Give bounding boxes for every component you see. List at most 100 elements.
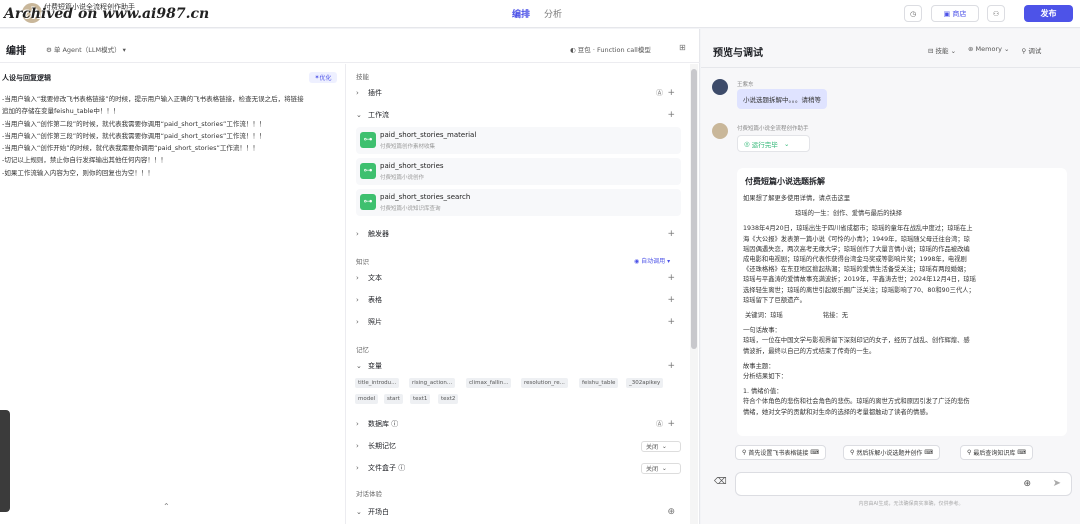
variable-chip[interactable]: feishu_table (579, 378, 619, 388)
model-select[interactable]: ◐ 豆包 · Function call模型 (570, 44, 651, 54)
long-memory-label: 长期记忆 (368, 442, 396, 450)
card-line[interactable]: 如果想了解更多使用详情，请点击这里 (743, 194, 1061, 204)
knowledge-text-row[interactable]: › 文本 + (356, 270, 681, 286)
workflows-row[interactable]: ⌄ 工作流 + (356, 107, 681, 123)
triggers-label: 触发器 (368, 230, 389, 238)
opening-row[interactable]: ⌄ 开场白 ⊕ (356, 504, 681, 520)
agent-mode-select[interactable]: ⚙ 单 Agent（LLM模式） ▾ (46, 44, 126, 54)
scrollbar[interactable] (690, 64, 698, 524)
long-memory-select[interactable]: 关闭 ⌄ (641, 441, 681, 452)
tab-arrange[interactable]: 编排 (512, 7, 530, 20)
run-status-label: 运行完毕 (751, 140, 778, 149)
tab-analyze[interactable]: 分析 (544, 7, 562, 20)
triggers-row[interactable]: › 触发器 + (356, 226, 681, 242)
suggestion-button[interactable]: ⚲ 首先设置飞书表格链接 ⌨ (735, 445, 826, 460)
variable-chip[interactable]: text2 (438, 394, 459, 404)
variable-chip[interactable]: title_introdu... (355, 378, 400, 388)
workflow-item[interactable]: ⊶ paid_short_stories 付费短篇小说创作 (356, 158, 681, 185)
variable-chip[interactable]: _302apikey (626, 378, 664, 388)
add-icon[interactable]: + (667, 273, 675, 283)
layout-icon[interactable]: ⊞ (679, 43, 686, 52)
knowledge-item-label: 表格 (368, 296, 382, 304)
skills-toggle[interactable]: ⊟ 技能 ⌄ (928, 45, 956, 55)
card-line: 关键词：琼瑶 铭接：无 (743, 312, 849, 320)
optimize-button[interactable]: ✶ 优化 (309, 72, 337, 83)
knowledge-item-label: 照片 (368, 318, 382, 326)
auto-call-select[interactable]: ◉ 自动调用 ▾ (634, 256, 670, 265)
database-label: 数据库 (368, 420, 389, 428)
auto-icon[interactable]: Ⓐ (656, 419, 663, 429)
debug-toggle[interactable]: ⚲ 调试 (1022, 45, 1042, 55)
skills-group-label: 技能 (356, 73, 369, 81)
workflow-item[interactable]: ⊶ paid_short_stories_material 付费短篇创作素材收集 (356, 127, 681, 154)
side-toolbar[interactable] (0, 410, 10, 512)
run-status[interactable]: ◎ 运行完毕 ⌄ (737, 135, 810, 152)
long-memory-row[interactable]: › 长期记忆 (356, 438, 681, 454)
clear-chat-icon[interactable]: ⌫ (714, 477, 727, 487)
card-line: 故事主题： (743, 362, 775, 370)
preview-options: ⊟ 技能 ⌄ ⊛ Memory ⌄ ⚲ 调试 (928, 45, 1041, 55)
variable-chip[interactable]: rising_action... (409, 378, 456, 388)
workflow-item[interactable]: ⊶ paid_short_stories_search 付费短篇小说知识库查询 (356, 189, 681, 216)
plugins-row[interactable]: › 插件 Ⓐ + (356, 85, 681, 101)
memory-group-label: 记忆 (356, 346, 369, 354)
suggestion-label: 首先设置飞书表格链接 (748, 450, 809, 457)
chat-input[interactable]: ⊕ ➤ (735, 472, 1072, 496)
suggestion-button[interactable]: ⚲ 然后拆解小说选题并创作 ⌨ (843, 445, 940, 460)
send-icon[interactable]: ➤ (1053, 478, 1061, 489)
add-icon[interactable]: + (667, 88, 675, 98)
suggestion-label: 最后查询知识库 (973, 450, 1016, 457)
info-icon: ⓘ (391, 420, 399, 428)
suggestion-button[interactable]: ⚲ 最后查询知识库 ⌨ (960, 445, 1033, 460)
auto-icon[interactable]: Ⓐ (656, 88, 663, 98)
add-icon[interactable]: + (667, 229, 675, 239)
divider (701, 67, 1080, 68)
prompt-editor[interactable]: -当用户输入“我要修改飞书表格链接”的时候，提示用户输入正确的飞书表格链接，检查… (2, 93, 342, 179)
add-icon[interactable]: + (667, 419, 675, 429)
collaborate-icon[interactable]: ⚇ (987, 5, 1005, 22)
knowledge-table-row[interactable]: › 表格 + (356, 292, 681, 308)
variable-chip[interactable]: climax_fallin... (466, 378, 512, 388)
auto-call-label: 自动调用 (641, 258, 666, 265)
card-body: 如果想了解更多使用详情，请点击这里 琼瑶的一生：创作、爱情与最后的抉择 1938… (743, 194, 1061, 418)
file-box-value: 关闭 (646, 466, 659, 473)
add-icon[interactable]: + (667, 295, 675, 305)
add-icon[interactable]: ⊕ (667, 507, 675, 517)
memory-toggle-label: Memory (975, 45, 1002, 53)
variable-chip[interactable]: text1 (410, 394, 431, 404)
card-line: 1938年4月20日，琼瑶出生于四川省成都市；琼瑶的童年在战乱中度过；琼瑶在上 (743, 225, 973, 233)
file-box-row[interactable]: › 文件盒子 ⓘ (356, 460, 681, 476)
editor-title: 编排 (6, 46, 26, 57)
variables-row[interactable]: ⌄ 变量 + (356, 358, 681, 374)
top-bar: 付费短篇小说全流程创作助手 Archived on www.ai987.cn 编… (0, 0, 1080, 28)
optimize-label: 优化 (319, 75, 332, 82)
chevron-up-icon[interactable]: ⌃ (163, 502, 170, 511)
add-icon[interactable]: + (667, 361, 675, 371)
publish-button[interactable]: 发布 (1024, 5, 1073, 22)
knowledge-photo-row[interactable]: › 照片 + (356, 314, 681, 330)
card-line: 情绪，她对文学的贡献和对生命的选择的考量都触动了读者的情感。 (743, 408, 932, 416)
debug-toggle-label: 调试 (1028, 47, 1042, 55)
database-row[interactable]: › 数据库 ⓘ Ⓐ + (356, 416, 681, 432)
attach-icon[interactable]: ⊕ (1023, 479, 1031, 489)
file-box-select[interactable]: 关闭 ⌄ (641, 463, 681, 474)
workflow-icon: ⊶ (360, 132, 376, 148)
add-icon[interactable]: + (667, 317, 675, 327)
skills-column: 技能 › 插件 Ⓐ + ⌄ 工作流 + ⊶ paid_short_stories_mater… (345, 64, 690, 524)
editor-header: 编排 ⚙ 单 Agent（LLM模式） ▾ ◐ 豆包 · Function ca… (0, 29, 700, 63)
chevron-right-icon: › (356, 89, 359, 97)
model-label: 豆包 · Function call模型 (577, 46, 651, 54)
memory-toggle[interactable]: ⊛ Memory ⌄ (968, 45, 1009, 55)
scrollbar-thumb[interactable] (691, 69, 697, 349)
workflows-label: 工作流 (368, 111, 389, 119)
card-line: 符合个体角色的悲伤和社会角色的悲伤。琼瑶的离世方式和原因引发了广泛的悲伤 (743, 398, 970, 406)
store-button[interactable]: ▣ 商店 (931, 5, 979, 22)
variable-chip[interactable]: resolution_re... (521, 378, 568, 388)
variable-chip[interactable]: start (384, 394, 403, 404)
history-icon[interactable]: ◷ (904, 5, 922, 22)
add-icon[interactable]: + (667, 110, 675, 120)
card-line: 情波折，最终以自己的方式结束了传奇的一生。 (743, 347, 876, 355)
variable-chip[interactable]: model (355, 394, 379, 404)
chevron-down-icon: ⌄ (356, 508, 362, 516)
prompt-line: -当用户输入“创作第二段”的时候，就代表我需要你调用“paid_short_st… (2, 119, 266, 128)
